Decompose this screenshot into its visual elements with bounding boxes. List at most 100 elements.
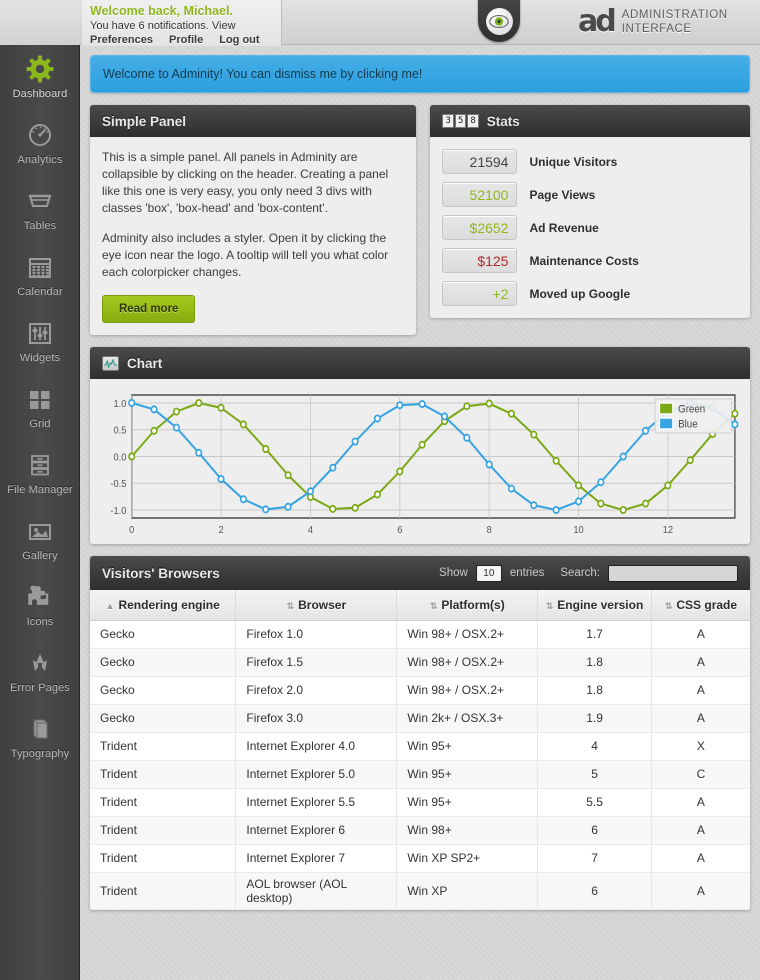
table-cell: AOL browser (AOL desktop) — [235, 872, 398, 910]
svg-text:0.0: 0.0 — [113, 452, 126, 464]
simple-panel: Simple Panel This is a simple panel. All… — [90, 105, 417, 335]
chart-panel-header[interactable]: Chart — [90, 347, 750, 379]
stats-panel: 3 5 8 Stats 21594 Unique Visitors 52100 P… — [430, 105, 750, 318]
svg-text:-1.0: -1.0 — [110, 506, 126, 518]
table-cell: Firefox 2.0 — [235, 676, 398, 705]
table-cell: Win 95+ — [396, 760, 539, 789]
welcome-notice-banner[interactable]: Welcome to Adminity! You can dismiss me … — [90, 55, 750, 93]
svg-text:1.0: 1.0 — [113, 399, 126, 411]
book-icon — [25, 713, 55, 745]
table-cell: 6 — [537, 816, 652, 845]
table-header-rendering-engine[interactable]: ▲ Rendering engine — [90, 590, 237, 621]
notifications-text[interactable]: You have 6 notifications. View — [90, 20, 273, 32]
read-more-button[interactable]: Read more — [102, 295, 196, 323]
sidebar-item-dashboard[interactable]: Dashboard — [0, 45, 80, 111]
sidebar-item-error-pages[interactable]: Error Pages — [0, 639, 80, 705]
table-cell: Win 98+ — [396, 816, 539, 845]
styler-toggle-button[interactable] — [478, 0, 520, 42]
notice-text: Welcome to Adminity! You can dismiss me … — [103, 67, 423, 81]
chart-plot-area[interactable]: -1.0 -0.5 0.0 0.5 1.0 0 2 4 6 8 10 12 Green Blue — [90, 379, 750, 544]
sort-indicator-icon: ⇅ — [545, 600, 553, 611]
sidebar-item-calendar[interactable]: Calendar — [0, 243, 80, 309]
table-cell: 1.9 — [537, 704, 652, 733]
table-row[interactable]: Trident AOL browser (AOL desktop) Win XP 6 A — [90, 872, 750, 910]
simple-paragraph-1: This is a simple panel. All panels in Ad… — [102, 150, 389, 215]
table-cell: Firefox 3.0 — [235, 704, 398, 733]
table-cell: Trident — [90, 844, 237, 873]
sliders-icon — [25, 317, 55, 349]
sidebar-item-gallery[interactable]: Gallery — [0, 507, 80, 573]
brand: ad ADMINISTRATION INTERFACE — [578, 7, 728, 37]
sidebar-item-label: Tables — [23, 220, 57, 232]
svg-text:2: 2 — [218, 525, 224, 537]
table-row[interactable]: Gecko Firefox 2.0 Win 98+ / OSX.2+ 1.8 A — [90, 676, 750, 705]
svg-text:0: 0 — [129, 525, 135, 537]
brand-line-1: ADMINISTRATION — [621, 9, 728, 21]
simple-paragraph-2: Adminity also includes a styler. Open it… — [102, 231, 389, 279]
table-cell: A — [651, 620, 750, 649]
table-cell: Firefox 1.0 — [235, 620, 398, 649]
stat-row: $125 Maintenance Costs — [442, 248, 738, 273]
svg-text:Green: Green — [678, 404, 705, 416]
welcome-title: Welcome back, Michael. — [90, 4, 233, 18]
eye-icon — [485, 8, 513, 35]
stats-panel-title: Stats — [486, 113, 520, 129]
table-header-engine-version[interactable]: ⇅ Engine version — [537, 590, 652, 621]
stat-row: 52100 Page Views — [442, 182, 738, 207]
table-row[interactable]: Trident Internet Explorer 4.0 Win 95+ 4 X — [90, 732, 750, 761]
svg-text:4: 4 — [308, 525, 314, 537]
sidebar-item-grid[interactable]: Grid — [0, 375, 80, 441]
table-row[interactable]: Trident Internet Explorer 7 Win XP SP2+ 7 A — [90, 844, 750, 873]
table-header-browser[interactable]: ⇅ Browser — [235, 590, 398, 621]
table-header-platform-s[interactable]: ⇅ Platform(s) — [396, 590, 539, 621]
svg-text:12: 12 — [663, 525, 674, 537]
table-row[interactable]: Trident Internet Explorer 6 Win 98+ 6 A — [90, 816, 750, 845]
puzzle-icon — [25, 581, 55, 613]
table-row[interactable]: Gecko Firefox 1.5 Win 98+ / OSX.2+ 1.8 A — [90, 648, 750, 677]
table-header-css-grade[interactable]: ⇅ CSS grade — [651, 590, 750, 621]
entries-label: entries — [509, 567, 545, 579]
stat-row: +2 Moved up Google — [442, 281, 738, 306]
table-cell: C — [651, 760, 750, 789]
sidebar-item-analytics[interactable]: Analytics — [0, 111, 80, 177]
sidebar-item-widgets[interactable]: Widgets — [0, 309, 80, 375]
sort-indicator-icon: ⇅ — [286, 600, 294, 611]
table-cell: Internet Explorer 7 — [235, 844, 398, 873]
table-cell: Trident — [90, 732, 237, 761]
table-cell: A — [651, 704, 750, 733]
table-cell: Win 98+ / OSX.2+ — [396, 676, 539, 705]
simple-panel-header[interactable]: Simple Panel — [90, 105, 417, 137]
table-cell: Win 98+ / OSX.2+ — [396, 648, 539, 677]
table-cell: 7 — [537, 844, 652, 873]
table-cell: A — [651, 816, 750, 845]
sidebar-item-typography[interactable]: Typography — [0, 705, 80, 771]
top-bar: Welcome back, Michael. You have 6 notifi… — [0, 0, 760, 46]
table-cell: A — [651, 648, 750, 677]
table-row[interactable]: Gecko Firefox 3.0 Win 2k+ / OSX.3+ 1.9 A — [90, 704, 750, 733]
sidebar-item-label: Dashboard — [12, 88, 68, 100]
search-label: Search: — [560, 567, 600, 579]
stat-value: $125 — [442, 248, 518, 273]
table-tray-icon — [25, 185, 55, 217]
table-row[interactable]: Trident Internet Explorer 5.5 Win 95+ 5.5 A — [90, 788, 750, 817]
table-row[interactable]: Trident Internet Explorer 5.0 Win 95+ 5 C — [90, 760, 750, 789]
stat-label: Page Views — [529, 187, 596, 202]
table-header-label: Rendering engine — [118, 597, 220, 612]
stats-panel-header[interactable]: 3 5 8 Stats — [430, 105, 750, 137]
table-cell: A — [651, 676, 750, 705]
sidebar-item-label: Analytics — [17, 154, 63, 166]
sidebar-item-label: File Manager — [7, 484, 73, 496]
search-input[interactable] — [608, 564, 738, 582]
stat-value: +2 — [442, 281, 518, 306]
sidebar-item-label: Error Pages — [10, 682, 70, 694]
table-cell: 1.8 — [537, 648, 652, 677]
table-cell: Win 95+ — [396, 788, 539, 817]
table-row[interactable]: Gecko Firefox 1.0 Win 98+ / OSX.2+ 1.7 A — [90, 620, 750, 649]
radiation-icon — [25, 647, 55, 679]
sidebar-item-tables[interactable]: Tables — [0, 177, 80, 243]
table-cell: Internet Explorer 6 — [235, 816, 398, 845]
sidebar-item-icons[interactable]: Icons — [0, 573, 80, 639]
stat-label: Ad Revenue — [529, 220, 599, 235]
show-entries-select[interactable]: 10 — [475, 564, 502, 582]
sidebar-item-file-manager[interactable]: File Manager — [0, 441, 80, 507]
